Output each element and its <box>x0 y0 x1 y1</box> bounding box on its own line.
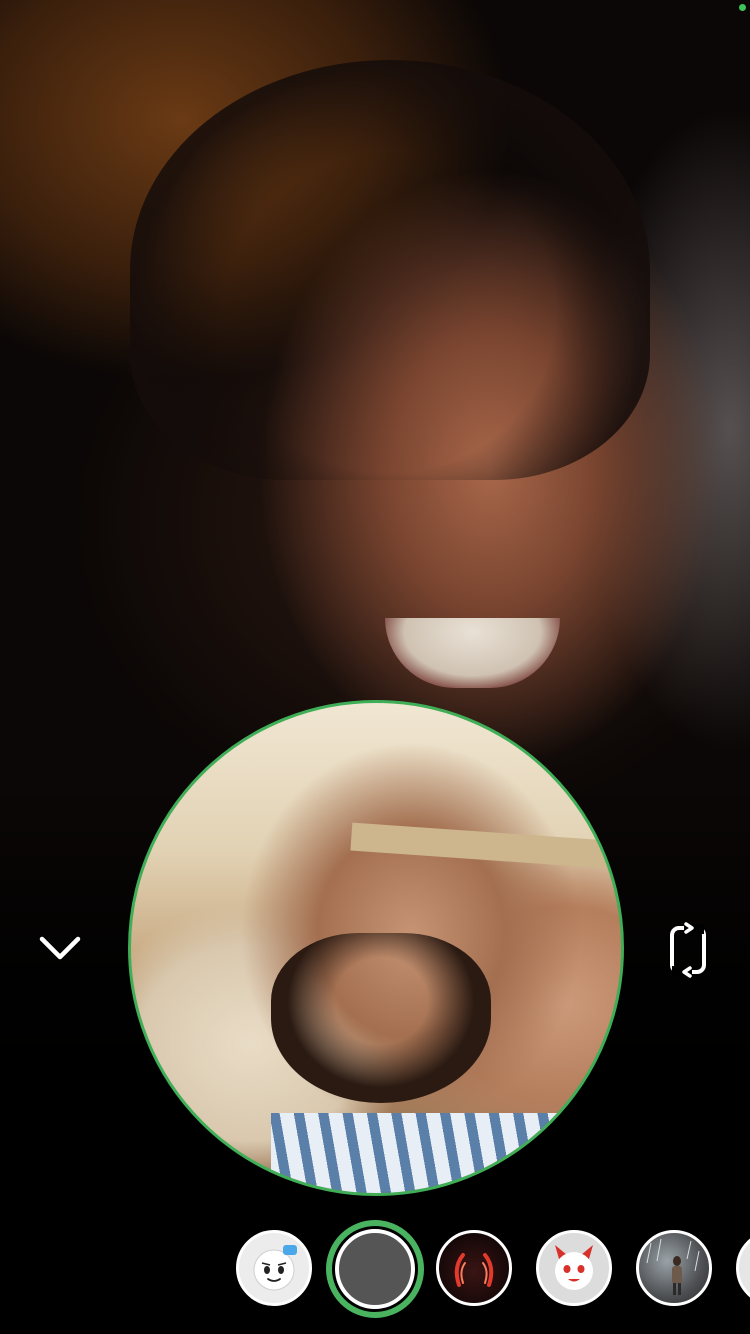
self-view-bubble[interactable] <box>128 700 624 1196</box>
cartoon-face-icon <box>253 1245 297 1291</box>
lens-icon <box>739 1233 750 1303</box>
collapse-button[interactable] <box>28 916 92 980</box>
devil-face-icon <box>555 1245 593 1290</box>
video-call-screen <box>0 0 750 1334</box>
flip-camera-button[interactable] <box>656 918 720 982</box>
lens-devil-face[interactable] <box>536 1230 612 1306</box>
rain-scene-icon <box>646 1238 700 1295</box>
flip-camera-icon <box>670 922 706 978</box>
self-view-clothing <box>271 1113 601 1193</box>
empty-lens-icon <box>335 1229 415 1309</box>
camera-active-indicator <box>739 4 746 11</box>
devil-horns-icon <box>454 1253 494 1287</box>
lens-partial[interactable] <box>736 1230 750 1306</box>
lens-cartoon-face[interactable] <box>236 1230 312 1306</box>
lens-carousel[interactable] <box>0 1216 750 1320</box>
remote-video-detail <box>385 618 560 688</box>
self-view-shading <box>271 933 491 1103</box>
lens-rain-scene[interactable] <box>636 1230 712 1306</box>
self-view-detail <box>350 822 621 872</box>
lens-devil-horns[interactable] <box>436 1230 512 1306</box>
remote-video-shading <box>130 60 650 480</box>
lens-none[interactable] <box>326 1220 424 1318</box>
chevron-down-icon <box>39 936 81 960</box>
